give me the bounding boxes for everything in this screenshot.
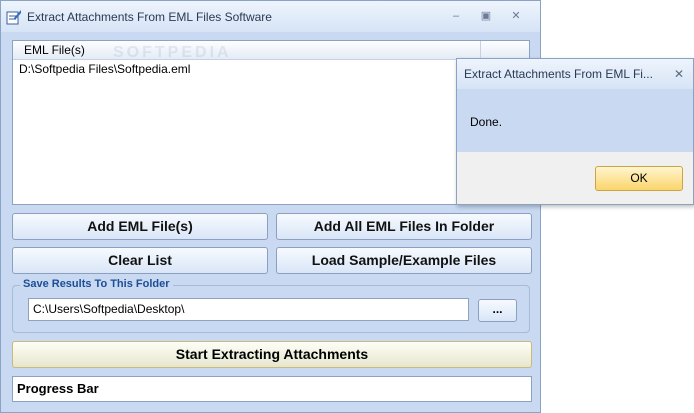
- start-extracting-button[interactable]: Start Extracting Attachments: [12, 341, 532, 368]
- app-icon: [6, 9, 22, 25]
- maximize-icon[interactable]: ▣: [474, 7, 498, 25]
- column-header-eml-files[interactable]: EML File(s): [13, 41, 481, 59]
- minimize-icon[interactable]: –: [444, 7, 468, 25]
- dialog-body: Done.: [457, 89, 693, 152]
- save-results-group: Save Results To This Folder C:\Users\Sof…: [12, 278, 530, 333]
- save-results-label: Save Results To This Folder: [20, 278, 173, 290]
- load-sample-button[interactable]: Load Sample/Example Files: [276, 247, 532, 274]
- progress-bar: Progress Bar: [12, 376, 532, 402]
- output-folder-field[interactable]: C:\Users\Softpedia\Desktop\: [28, 298, 469, 321]
- dialog-title: Extract Attachments From EML Fi...: [464, 67, 653, 81]
- watermark: SOFTPEDIA: [113, 44, 232, 61]
- ok-button[interactable]: OK: [595, 166, 683, 191]
- browse-button[interactable]: ...: [478, 299, 517, 322]
- clear-list-button[interactable]: Clear List: [12, 247, 268, 274]
- list-header: EML File(s): [13, 41, 529, 60]
- file-list[interactable]: EML File(s) SOFTPEDIA D:\Softpedia Files…: [12, 40, 530, 205]
- dialog-message: Done.: [470, 115, 503, 129]
- dialog-title-bar: Extract Attachments From EML Fi... ✕: [457, 59, 693, 89]
- close-icon[interactable]: ✕: [504, 7, 528, 25]
- title-bar: Extract Attachments From EML Files Softw…: [1, 1, 540, 32]
- add-eml-files-button[interactable]: Add EML File(s): [12, 213, 268, 240]
- done-dialog: Extract Attachments From EML Fi... ✕ Don…: [456, 58, 694, 205]
- add-folder-button[interactable]: Add All EML Files In Folder: [276, 213, 532, 240]
- dialog-close-icon[interactable]: ✕: [670, 65, 688, 83]
- window-title: Extract Attachments From EML Files Softw…: [27, 10, 272, 24]
- list-item[interactable]: D:\Softpedia Files\Softpedia.eml: [19, 62, 190, 76]
